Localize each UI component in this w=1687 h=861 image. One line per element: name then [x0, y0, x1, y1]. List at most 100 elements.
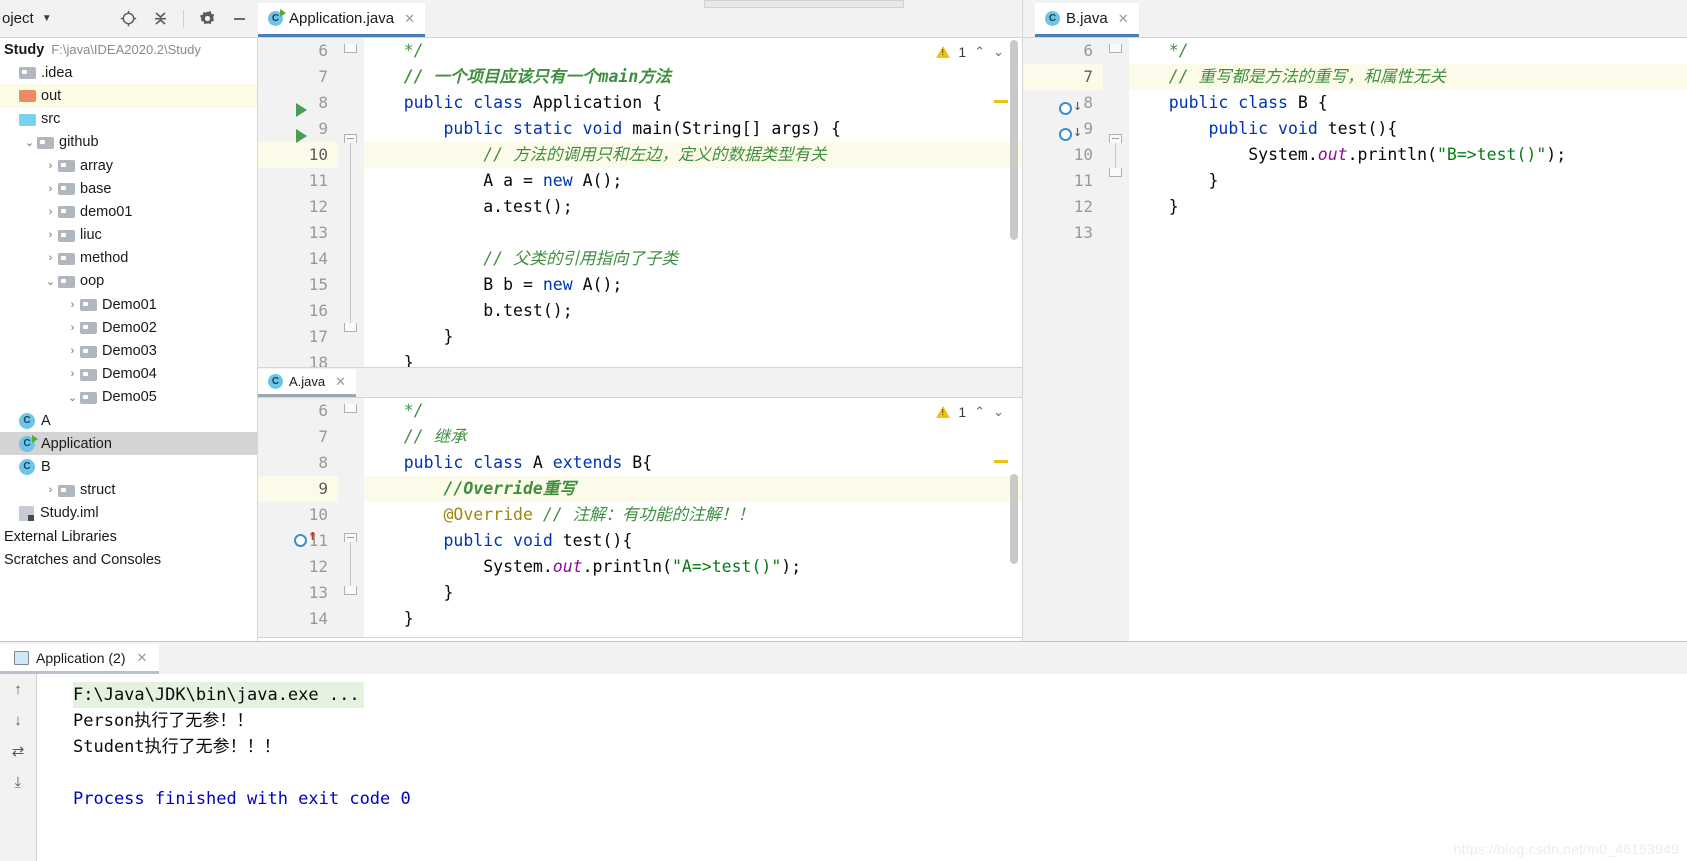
code-line[interactable]: B b = new A();: [364, 272, 1022, 298]
code-line[interactable]: b.test();: [364, 298, 1022, 324]
close-icon[interactable]: ✕: [335, 374, 346, 390]
code-line[interactable]: System.out.println("B=>test()");: [1129, 142, 1687, 168]
code-line[interactable]: // 一个项目应该只有一个main方法: [364, 64, 1022, 90]
code-line[interactable]: }: [1129, 194, 1687, 220]
tree-root-study[interactable]: Study F:\java\IDEA2020.2\Study: [0, 38, 257, 61]
fold-end-icon[interactable]: [344, 44, 357, 53]
code-line[interactable]: }: [364, 606, 1022, 632]
tree-item-external-libraries[interactable]: External Libraries: [0, 525, 257, 548]
chevron-down-icon[interactable]: ⌄: [65, 391, 80, 404]
fold-end-icon[interactable]: [344, 586, 357, 595]
code-line[interactable]: [364, 632, 1022, 637]
code-line[interactable]: public class Application {: [364, 90, 1022, 116]
code-line[interactable]: [1129, 220, 1687, 246]
gear-icon[interactable]: [198, 10, 216, 28]
project-tree[interactable]: Study F:\java\IDEA2020.2\Study .idea out s…: [0, 38, 258, 641]
tab-application-run[interactable]: Application (2) ✕: [0, 644, 160, 674]
inspection-widget-sub[interactable]: 1 ⌃ ⌄: [936, 404, 1004, 420]
tree-item-out[interactable]: out: [0, 84, 257, 108]
chevron-down-icon[interactable]: ⌄: [993, 404, 1004, 420]
inspection-widget-main[interactable]: 1 ⌃ ⌄: [936, 44, 1004, 60]
tree-item--idea[interactable]: .idea: [0, 61, 257, 84]
tree-item-src[interactable]: src: [0, 108, 257, 131]
tree-item-demo04[interactable]: › Demo04: [0, 363, 257, 386]
code-line[interactable]: // 方法的调用只和左边，定义的数据类型有关: [364, 142, 1022, 168]
editor-scrollbar[interactable]: [1010, 474, 1018, 564]
fold-start-icon[interactable]: [344, 134, 357, 143]
editor-scrollbar[interactable]: [1010, 40, 1018, 240]
tree-item-liuc[interactable]: › liuc: [0, 224, 257, 247]
tree-item-scratches-and-consoles[interactable]: Scratches and Consoles: [0, 548, 257, 571]
tree-item-demo02[interactable]: › Demo02: [0, 316, 257, 339]
run-gutter-icon[interactable]: [296, 103, 307, 117]
code-folding-gutter[interactable]: [1103, 38, 1129, 641]
close-icon[interactable]: ✕: [404, 11, 415, 27]
code-line[interactable]: */: [364, 38, 1022, 64]
code-line[interactable]: public void test(){: [364, 528, 1022, 554]
console-output[interactable]: F:\Java\JDK\bin\java.exe ... Person执行了无参！…: [36, 674, 1687, 861]
scroll-down-icon[interactable]: ↓: [14, 713, 22, 728]
project-panel-title[interactable]: oject: [0, 10, 34, 27]
soft-wrap-icon[interactable]: ⇄: [12, 744, 25, 759]
editor-a-java[interactable]: C A.java ✕ 1 ⌃ ⌄ 6789101112131415 ↑: [258, 368, 1022, 638]
tree-item-demo01[interactable]: › Demo01: [0, 293, 257, 316]
code-line[interactable]: //Override重写: [364, 476, 1022, 502]
chevron-down-icon[interactable]: ⌄: [22, 136, 37, 149]
chevron-down-icon[interactable]: ▼: [42, 13, 52, 24]
chevron-right-icon[interactable]: ›: [65, 345, 80, 357]
code-line[interactable]: }: [364, 324, 1022, 350]
minimize-icon[interactable]: [230, 10, 248, 28]
fold-end-icon[interactable]: [344, 404, 357, 413]
fold-end-icon[interactable]: [1109, 168, 1122, 177]
tree-item-application[interactable]: C Application: [0, 432, 257, 456]
code-line[interactable]: public class B {: [1129, 90, 1687, 116]
tree-item-study-iml[interactable]: Study.iml: [0, 502, 257, 525]
tree-item-demo05[interactable]: ⌄ Demo05: [0, 386, 257, 409]
tab-application-java[interactable]: C Application.java ✕: [258, 3, 425, 37]
code-line[interactable]: public void test(){: [1129, 116, 1687, 142]
code-text-sub[interactable]: */ // 继承 public class A extends B{ //Ove…: [364, 398, 1022, 637]
chevron-right-icon[interactable]: ›: [65, 368, 80, 380]
chevron-up-icon[interactable]: ⌃: [974, 404, 985, 420]
tree-item-demo03[interactable]: › Demo03: [0, 339, 257, 362]
overridden-method-icon[interactable]: [1059, 102, 1072, 115]
tab-b-java[interactable]: C B.java ✕: [1035, 3, 1139, 37]
tree-item-oop[interactable]: ⌄ oop: [0, 270, 257, 293]
chevron-down-icon[interactable]: ⌄: [993, 44, 1004, 60]
collapse-all-icon[interactable]: [151, 10, 169, 28]
chevron-right-icon[interactable]: ›: [43, 229, 58, 241]
editor-b-java[interactable]: 6 7 8 9 10 11 12 13 ↓ ↓ */ // 重写都是方法的重写，和属性无关 p…: [1022, 38, 1687, 641]
fold-end-icon[interactable]: [344, 323, 357, 332]
scroll-to-end-icon[interactable]: ⤓: [15, 775, 22, 790]
chevron-up-icon[interactable]: ⌃: [974, 44, 985, 60]
code-line[interactable]: a.test();: [364, 194, 1022, 220]
fold-start-icon[interactable]: [1109, 134, 1122, 143]
code-line[interactable]: System.out.println("A=>test()");: [364, 554, 1022, 580]
chevron-right-icon[interactable]: ›: [65, 322, 80, 334]
editor-application-java[interactable]: 1 ⌃ ⌄ 6789101112131415161718: [258, 38, 1022, 368]
code-line[interactable]: @Override // 注解：有功能的注解！！: [364, 502, 1022, 528]
code-text-main[interactable]: */ // 一个项目应该只有一个main方法 public class Appl…: [364, 38, 1022, 367]
code-line[interactable]: }: [364, 580, 1022, 606]
code-line[interactable]: }: [1129, 168, 1687, 194]
tab-a-java[interactable]: C A.java ✕: [258, 369, 357, 397]
tree-item-demo01[interactable]: › demo01: [0, 200, 257, 223]
tree-item-method[interactable]: › method: [0, 247, 257, 270]
code-line[interactable]: [364, 220, 1022, 246]
tree-item-b[interactable]: CB: [0, 455, 257, 478]
chevron-right-icon[interactable]: ›: [43, 206, 58, 218]
code-line[interactable]: public static void main(String[] args) {: [364, 116, 1022, 142]
tree-item-github[interactable]: ⌄ github: [0, 131, 257, 154]
tree-item-a[interactable]: CA: [0, 409, 257, 432]
tree-item-struct[interactable]: › struct: [0, 479, 257, 502]
code-folding-gutter[interactable]: [338, 398, 364, 637]
locate-icon[interactable]: [119, 10, 137, 28]
close-icon[interactable]: ✕: [1118, 11, 1129, 27]
code-text-right[interactable]: */ // 重写都是方法的重写，和属性无关 public class B { p…: [1129, 38, 1687, 641]
code-line[interactable]: // 重写都是方法的重写，和属性无关: [1129, 64, 1687, 90]
tree-item-base[interactable]: › base: [0, 177, 257, 200]
chevron-right-icon[interactable]: ›: [65, 299, 80, 311]
code-line[interactable]: // 父类的引用指向了子类: [364, 246, 1022, 272]
close-icon[interactable]: ✕: [137, 650, 148, 666]
overridden-method-icon[interactable]: [1059, 128, 1072, 141]
